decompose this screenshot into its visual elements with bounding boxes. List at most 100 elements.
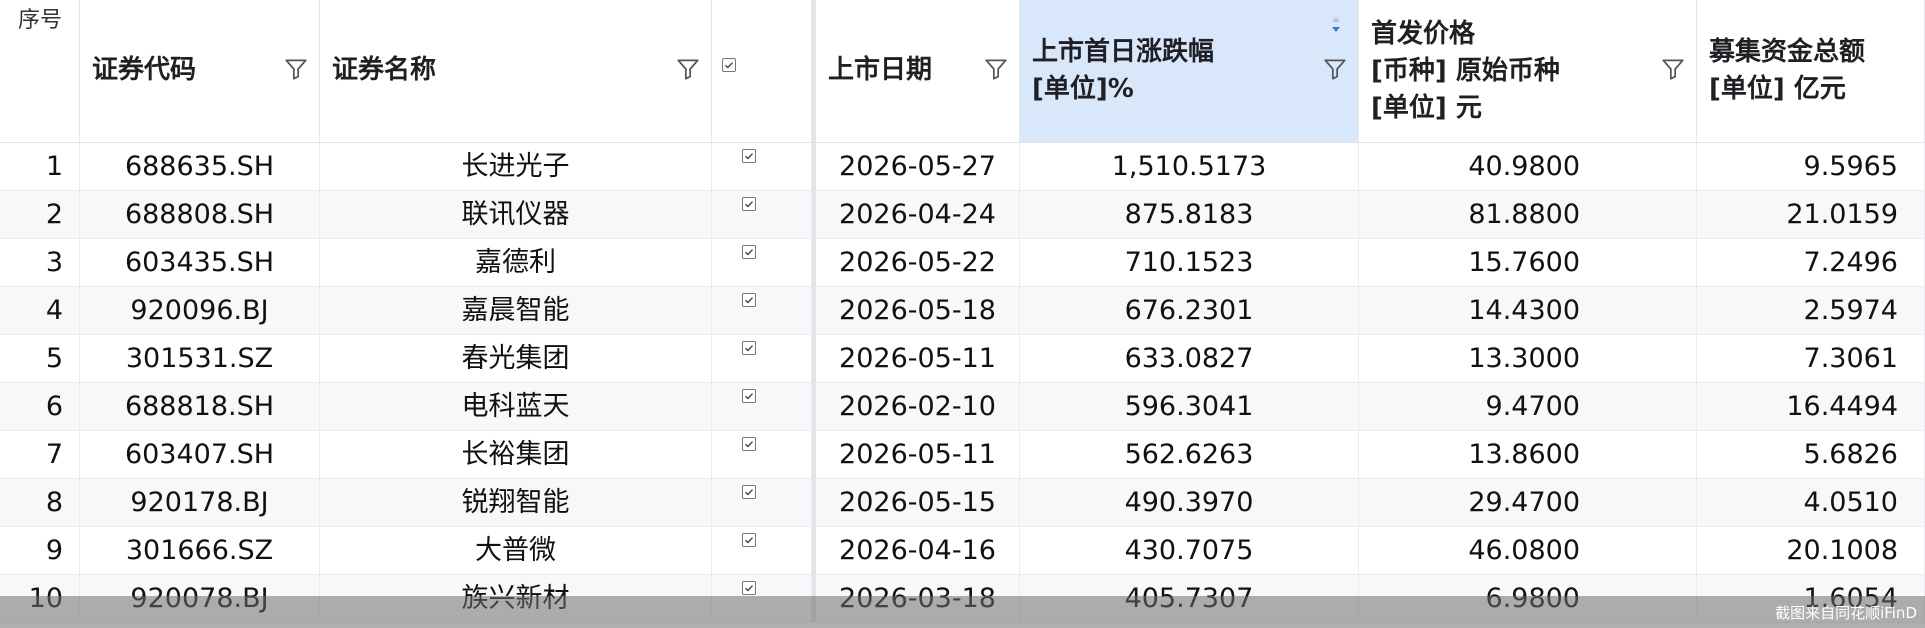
cell-funds-raised[interactable]: 21.0159 (1697, 191, 1925, 239)
filter-icon[interactable] (1660, 56, 1686, 82)
cell-seq[interactable]: 7 (0, 431, 80, 479)
cell-checkbox (712, 335, 812, 383)
cell-funds-raised[interactable]: 20.1008 (1697, 527, 1925, 575)
cell-seq[interactable]: 1 (0, 143, 80, 191)
cell-ipo-price[interactable]: 13.3000 (1359, 335, 1697, 383)
checkbox-icon[interactable] (742, 437, 756, 451)
cell-code[interactable]: 301666.SZ (80, 527, 320, 575)
cell-checkbox (712, 383, 812, 431)
cell-first-day-change[interactable]: 1,510.5173 (1020, 143, 1359, 191)
cell-code[interactable]: 920178.BJ (80, 479, 320, 527)
cell-name[interactable]: 长进光子 (320, 143, 712, 191)
cell-checkbox (712, 527, 812, 575)
header-funds-raised-label: 募集资金总额 [单位] 亿元 (1709, 37, 1866, 104)
checkbox-icon[interactable] (742, 245, 756, 259)
cell-funds-raised[interactable]: 7.2496 (1697, 239, 1925, 287)
checkbox-icon[interactable] (742, 341, 756, 355)
cell-checkbox (712, 239, 812, 287)
cell-code[interactable]: 688808.SH (80, 191, 320, 239)
cell-ipo-price[interactable]: 14.4300 (1359, 287, 1697, 335)
checkbox-icon[interactable] (742, 149, 756, 163)
cell-seq[interactable]: 4 (0, 287, 80, 335)
cell-checkbox (712, 287, 812, 335)
cell-date[interactable]: 2026-05-11 (812, 431, 1020, 479)
cell-code[interactable]: 688635.SH (80, 143, 320, 191)
cell-first-day-change[interactable]: 490.3970 (1020, 479, 1359, 527)
cell-name[interactable]: 嘉德利 (320, 239, 712, 287)
cell-first-day-change[interactable]: 562.6263 (1020, 431, 1359, 479)
cell-ipo-price[interactable]: 46.0800 (1359, 527, 1697, 575)
cell-code[interactable]: 301531.SZ (80, 335, 320, 383)
checkbox-icon[interactable] (742, 197, 756, 211)
checkbox-icon[interactable] (742, 533, 756, 547)
cell-seq[interactable]: 6 (0, 383, 80, 431)
header-name[interactable]: 证券名称 (320, 0, 712, 143)
cell-funds-raised[interactable]: 7.3061 (1697, 335, 1925, 383)
cell-funds-raised[interactable]: 2.5974 (1697, 287, 1925, 335)
cell-first-day-change[interactable]: 596.3041 (1020, 383, 1359, 431)
checkbox-icon[interactable] (742, 293, 756, 307)
cell-name[interactable]: 嘉晨智能 (320, 287, 712, 335)
cell-checkbox (712, 191, 812, 239)
cell-code[interactable]: 603407.SH (80, 431, 320, 479)
cell-name[interactable]: 联讯仪器 (320, 191, 712, 239)
cell-code[interactable]: 920096.BJ (80, 287, 320, 335)
header-first-day-change[interactable]: 上市首日涨跌幅 [单位]% (1020, 0, 1359, 143)
cell-funds-raised[interactable]: 16.4494 (1697, 383, 1925, 431)
cell-checkbox (712, 479, 812, 527)
cell-first-day-change[interactable]: 633.0827 (1020, 335, 1359, 383)
checkbox-icon[interactable] (742, 389, 756, 403)
header-seq-label: 序号 (18, 8, 63, 33)
filter-icon[interactable] (675, 56, 701, 82)
cell-ipo-price[interactable]: 40.9800 (1359, 143, 1697, 191)
cell-checkbox (712, 143, 812, 191)
cell-name[interactable]: 大普微 (320, 527, 712, 575)
cell-funds-raised[interactable]: 5.6826 (1697, 431, 1925, 479)
header-checkbox-column (712, 0, 812, 143)
header-date[interactable]: 上市日期 (812, 0, 1020, 143)
cell-ipo-price[interactable]: 15.7600 (1359, 239, 1697, 287)
checkbox-icon[interactable] (742, 485, 756, 499)
cell-funds-raised[interactable]: 4.0510 (1697, 479, 1925, 527)
cell-date[interactable]: 2026-05-11 (812, 335, 1020, 383)
cell-seq[interactable]: 5 (0, 335, 80, 383)
cell-seq[interactable]: 9 (0, 527, 80, 575)
cell-date[interactable]: 2026-02-10 (812, 383, 1020, 431)
cell-seq[interactable]: 8 (0, 479, 80, 527)
cell-code[interactable]: 603435.SH (80, 239, 320, 287)
cell-date[interactable]: 2026-04-16 (812, 527, 1020, 575)
cell-code[interactable]: 688818.SH (80, 383, 320, 431)
cell-first-day-change[interactable]: 430.7075 (1020, 527, 1359, 575)
cell-name[interactable]: 电科蓝天 (320, 383, 712, 431)
header-ipo-price[interactable]: 首发价格 [币种] 原始币种 [单位] 元 (1359, 0, 1697, 143)
cell-date[interactable]: 2026-05-22 (812, 239, 1020, 287)
cell-name[interactable]: 长裕集团 (320, 431, 712, 479)
filter-icon[interactable] (283, 56, 309, 82)
cell-ipo-price[interactable]: 29.4700 (1359, 479, 1697, 527)
filter-icon[interactable] (1322, 56, 1348, 82)
filter-icon[interactable] (983, 56, 1009, 82)
header-code[interactable]: 证券代码 (80, 0, 320, 143)
cell-first-day-change[interactable]: 676.2301 (1020, 287, 1359, 335)
checkbox-icon[interactable] (742, 581, 756, 595)
cell-date[interactable]: 2026-05-18 (812, 287, 1020, 335)
cell-seq[interactable]: 3 (0, 239, 80, 287)
cell-name[interactable]: 锐翔智能 (320, 479, 712, 527)
header-funds-raised[interactable]: 募集资金总额 [单位] 亿元 (1697, 0, 1925, 143)
cell-date[interactable]: 2026-05-27 (812, 143, 1020, 191)
sort-descending-icon[interactable] (1328, 12, 1344, 38)
cell-seq[interactable]: 2 (0, 191, 80, 239)
cell-first-day-change[interactable]: 710.1523 (1020, 239, 1359, 287)
header-code-label: 证券代码 (92, 55, 197, 85)
cell-ipo-price[interactable]: 13.8600 (1359, 431, 1697, 479)
cell-first-day-change[interactable]: 875.8183 (1020, 191, 1359, 239)
cell-name[interactable]: 春光集团 (320, 335, 712, 383)
select-all-checkbox-icon[interactable] (722, 58, 736, 72)
bottom-overlay-bar (0, 596, 1925, 628)
cell-date[interactable]: 2026-05-15 (812, 479, 1020, 527)
cell-funds-raised[interactable]: 9.5965 (1697, 143, 1925, 191)
cell-ipo-price[interactable]: 9.4700 (1359, 383, 1697, 431)
cell-ipo-price[interactable]: 81.8800 (1359, 191, 1697, 239)
header-name-label: 证券名称 (332, 55, 437, 85)
cell-date[interactable]: 2026-04-24 (812, 191, 1020, 239)
